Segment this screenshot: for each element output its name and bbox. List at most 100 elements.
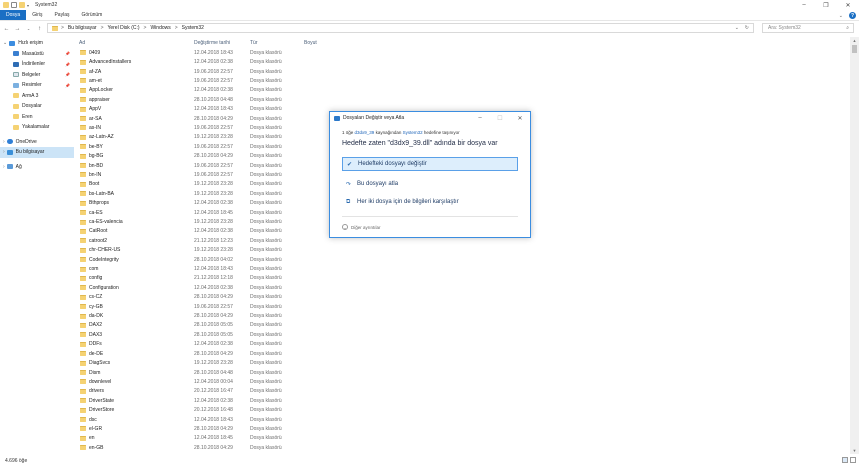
recent-locations-icon[interactable]: ⌄	[24, 24, 33, 33]
file-date: 19.06.2018 22:57	[194, 124, 233, 131]
expand-ribbon-icon[interactable]: ⌄	[839, 13, 843, 19]
dialog-minimize-button[interactable]: –	[470, 112, 490, 124]
dialog-title-bar: Dosyaları Değiştir veya Atla – ☐ ✕	[330, 112, 530, 124]
minimize-button[interactable]: –	[793, 0, 815, 10]
nav-item-dosyalar[interactable]: Dosyalar	[0, 101, 74, 112]
table-row[interactable]: en 12.04.2018 18:45 Dosya klasörü	[77, 434, 847, 443]
nav-item-pictures[interactable]: Resimler 📌	[0, 80, 74, 91]
table-row[interactable]: DAX3 28.10.2018 05:05 Dosya klasörü	[77, 330, 847, 339]
column-header-size[interactable]: Boyut	[304, 40, 344, 46]
table-row[interactable]: downlevel 12.04.2018 00:04 Dosya klasörü	[77, 377, 847, 386]
file-name: be-BY	[89, 143, 103, 150]
tab-file[interactable]: Dosya	[0, 10, 27, 20]
nav-item-documents[interactable]: Belgeler 📌	[0, 70, 74, 81]
cloud-icon	[6, 139, 13, 145]
table-row[interactable]: drivers 20.12.2018 16:47 Dosya klasörü	[77, 387, 847, 396]
table-row[interactable]: am-et 19.06.2018 22:57 Dosya klasörü	[77, 76, 847, 85]
tab-view[interactable]: Görünüm	[75, 10, 108, 20]
table-row[interactable]: AdvancedInstallers 12.04.2018 02:38 Dosya …	[77, 57, 847, 66]
column-header-date[interactable]: Değiştirme tarihi	[194, 40, 250, 46]
nav-onedrive[interactable]: › OneDrive	[0, 137, 74, 148]
help-icon[interactable]: ?	[849, 12, 856, 19]
table-row[interactable]: DAX2 28.10.2018 05:05 Dosya klasörü	[77, 321, 847, 330]
chevron-down-icon[interactable]: ▾	[27, 3, 29, 8]
tab-share[interactable]: Paylaş	[48, 10, 75, 20]
folder-icon	[80, 266, 86, 272]
dialog-maximize-button[interactable]: ☐	[490, 112, 510, 124]
dialog-close-button[interactable]: ✕	[510, 112, 530, 124]
table-row[interactable]: appraiser 28.10.2018 04:48 Dosya klasörü	[77, 95, 847, 104]
table-row[interactable]: cs-CZ 28.10.2018 04:29 Dosya klasörü	[77, 293, 847, 302]
table-row[interactable]: cy-GB 19.06.2018 22:57 Dosya klasörü	[77, 302, 847, 311]
file-name: CatRoot	[89, 228, 108, 235]
file-name: bn-IN	[89, 171, 102, 178]
breadcrumb-local-disk[interactable]: Yerel Disk (C:)	[107, 25, 139, 31]
table-row[interactable]: de-DE 28.10.2018 04:29 Dosya klasörü	[77, 349, 847, 358]
column-header-type[interactable]: Tür	[250, 40, 304, 46]
source-link[interactable]: d3dx9_39	[355, 130, 375, 135]
more-details-toggle[interactable]: ⌄ Diğer ayrıntılar	[342, 224, 381, 230]
table-row[interactable]: 0409 12.04.2018 18:43 Dosya klasörü	[77, 48, 847, 57]
nav-this-pc[interactable]: › Bu bilgisayar	[0, 147, 74, 158]
file-name: config	[89, 275, 103, 282]
table-row[interactable]: DDFs 12.04.2018 02:38 Dosya klasörü	[77, 340, 847, 349]
table-row[interactable]: DiagSvcs 19.12.2018 23:28 Dosya klasörü	[77, 358, 847, 367]
search-input[interactable]: Ara: System32 ⌕	[762, 23, 854, 33]
breadcrumb-system32[interactable]: System32	[182, 25, 204, 31]
table-row[interactable]: dsc 12.04.2018 18:43 Dosya klasörü	[77, 415, 847, 424]
nav-item-desktop[interactable]: Masaüstü 📌	[0, 49, 74, 60]
nav-quick-access[interactable]: ⌄ Hızlı erişim	[0, 38, 74, 49]
forward-arrow-icon[interactable]: →	[13, 24, 22, 33]
table-row[interactable]: Dism 28.10.2018 04:48 Dosya klasörü	[77, 368, 847, 377]
table-row[interactable]: CodeIntegrity 28.10.2018 04:02 Dosya klasö…	[77, 255, 847, 264]
table-row[interactable]: en-GB 28.10.2018 04:29 Dosya klasörü	[77, 443, 847, 452]
table-row[interactable]: AppLocker 12.04.2018 02:38 Dosya klasörü	[77, 86, 847, 95]
table-row[interactable]: config 21.12.2018 12:18 Dosya klasörü	[77, 274, 847, 283]
refresh-icon[interactable]: ↻	[745, 25, 749, 31]
compare-files-option[interactable]: ⧉ Her iki dosya için de bilgileri karşıl…	[342, 195, 518, 209]
close-button[interactable]: ✕	[837, 0, 859, 10]
file-type: Dosya klasörü	[250, 200, 282, 207]
table-row[interactable]: Configuration 12.04.2018 02:38 Dosya klasö…	[77, 283, 847, 292]
new-folder-icon[interactable]	[19, 2, 25, 8]
nav-item-arma3[interactable]: ArmA 3	[0, 91, 74, 102]
vertical-scrollbar[interactable]: ▲ ▼	[850, 37, 859, 454]
nav-label: Eren	[22, 113, 33, 120]
scroll-up-icon[interactable]: ▲	[850, 37, 859, 44]
maximize-button[interactable]: ❐	[815, 0, 837, 10]
nav-item-downloads[interactable]: İndirilenler 📌	[0, 59, 74, 70]
destination-link[interactable]: System32	[403, 130, 423, 135]
table-row[interactable]: DriverStore 20.12.2018 16:48 Dosya klasörü	[77, 405, 847, 414]
file-type: Dosya klasörü	[250, 407, 282, 414]
column-header-name[interactable]: Ad	[77, 40, 194, 46]
scrollbar-thumb[interactable]	[852, 45, 857, 53]
folder-icon	[80, 417, 86, 423]
breadcrumb-this-pc[interactable]: Bu bilgisayar	[68, 25, 97, 31]
table-row[interactable]: el-GR 28.10.2018 04:29 Dosya klasörü	[77, 424, 847, 433]
table-row[interactable]: com 12.04.2018 18:43 Dosya klasörü	[77, 264, 847, 273]
table-row[interactable]: chr-CHER-US 19.12.2018 23:28 Dosya klasörü	[77, 246, 847, 255]
file-date: 28.10.2018 04:29	[194, 350, 233, 357]
details-view-icon[interactable]	[842, 457, 848, 463]
table-row[interactable]: DriverState 12.04.2018 02:38 Dosya klasörü	[77, 396, 847, 405]
properties-icon[interactable]	[11, 2, 17, 8]
tab-home[interactable]: Giriş	[26, 10, 48, 20]
file-name: DiagSvcs	[89, 360, 111, 367]
replace-file-option[interactable]: ✔ Hedefteki dosyayı değiştir	[342, 157, 518, 171]
large-icons-view-icon[interactable]	[850, 457, 856, 463]
nav-item-eren[interactable]: Eren	[0, 112, 74, 123]
address-bar[interactable]: > Bu bilgisayar > Yerel Disk (C:) > Wind…	[47, 23, 754, 33]
breadcrumb-windows[interactable]: Windows	[150, 25, 170, 31]
table-row[interactable]: da-DK 28.10.2018 04:29 Dosya klasörü	[77, 311, 847, 320]
file-date: 12.04.2018 02:38	[194, 59, 233, 66]
folder-icon	[80, 210, 86, 216]
back-arrow-icon[interactable]: ←	[2, 24, 11, 33]
table-row[interactable]: af-ZA 19.06.2018 22:57 Dosya klasörü	[77, 67, 847, 76]
nav-network[interactable]: › Ağ	[0, 162, 74, 173]
folder-icon	[80, 313, 86, 319]
address-dropdown-icon[interactable]: ⌄	[735, 25, 739, 31]
scroll-down-icon[interactable]: ▼	[850, 447, 859, 454]
nav-item-yakalamalar[interactable]: Yakalamalar	[0, 122, 74, 133]
skip-file-option[interactable]: ↷ Bu dosyayı atla	[342, 177, 518, 191]
up-arrow-icon[interactable]: ↑	[35, 24, 44, 33]
